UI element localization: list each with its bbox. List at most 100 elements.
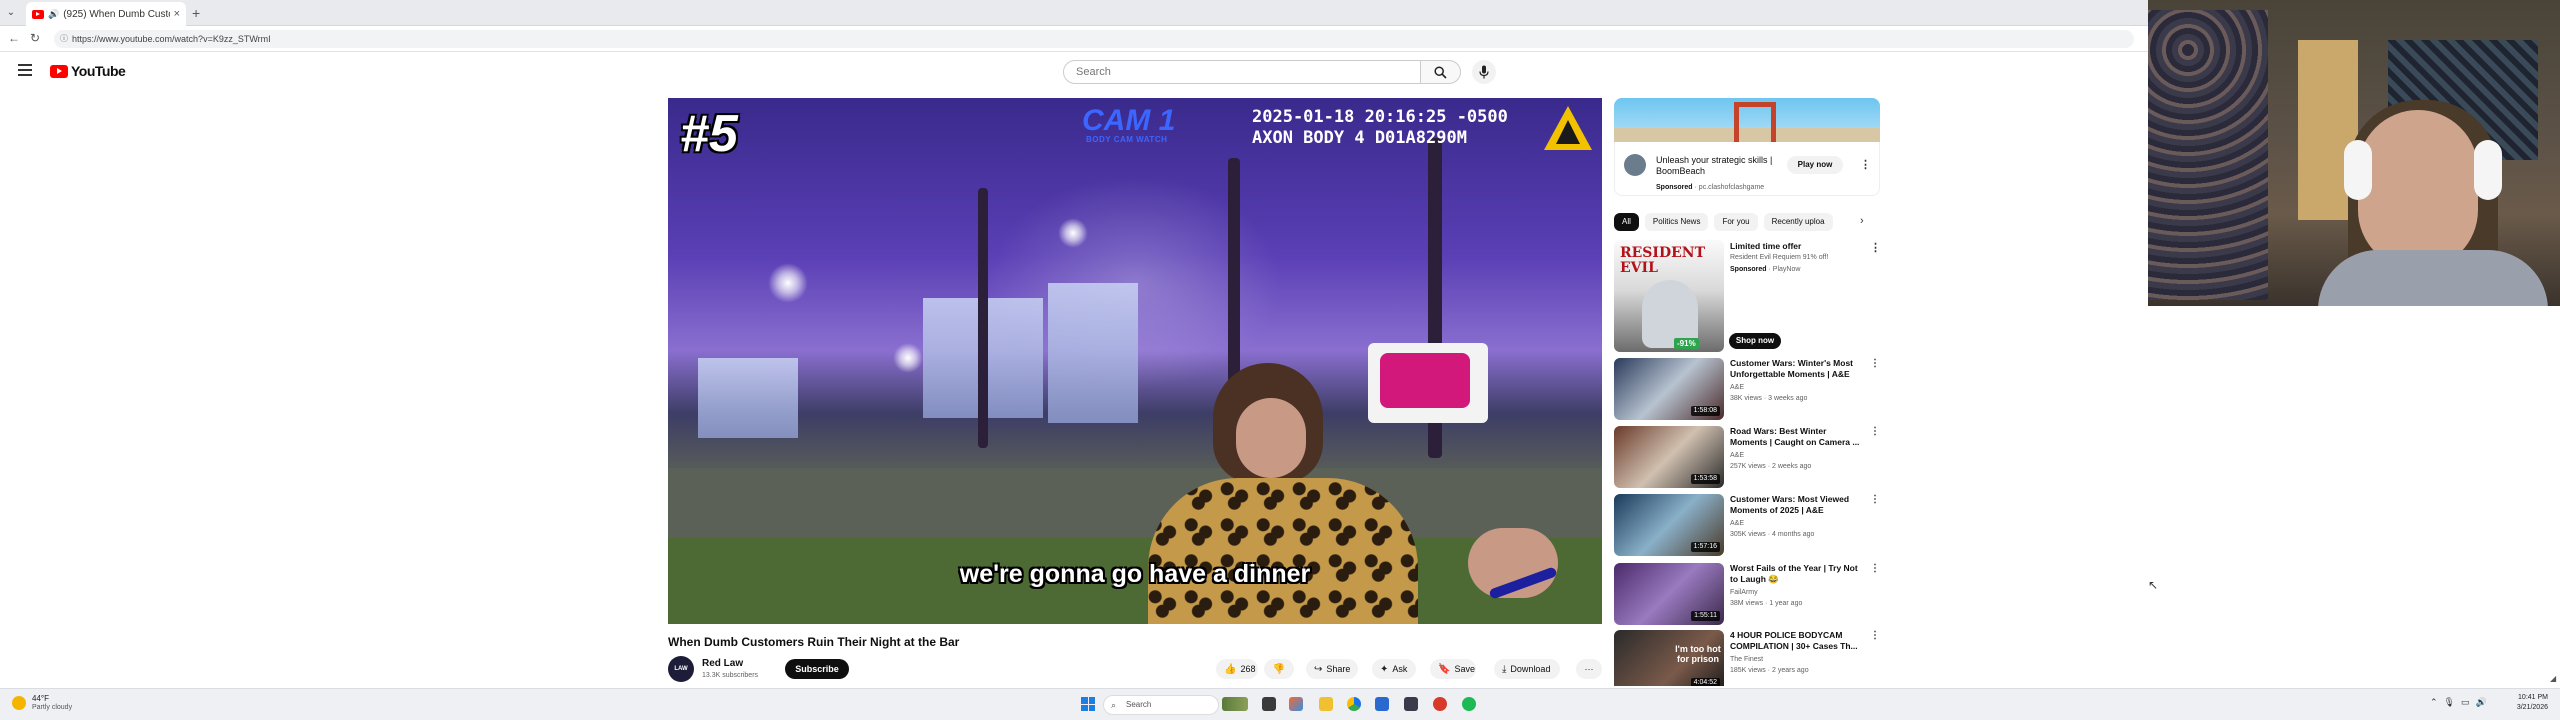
video-channel[interactable]: The Finest bbox=[1730, 656, 1763, 663]
promo-shop-now-button[interactable]: Shop now bbox=[1729, 333, 1781, 349]
video-more-icon[interactable]: ⋮ bbox=[1870, 563, 1880, 574]
video-more-icon[interactable]: ⋮ bbox=[1870, 358, 1880, 369]
axon-logo-icon bbox=[1544, 106, 1592, 150]
copilot-icon[interactable] bbox=[1289, 697, 1303, 711]
like-button[interactable]: 👍 268 bbox=[1216, 659, 1258, 679]
taskbar-clock[interactable]: 10:41 PM 3/21/2026 bbox=[2508, 693, 2548, 713]
promo-thumbnail[interactable]: RESIDENT EVIL -91% bbox=[1614, 240, 1724, 352]
video-channel[interactable]: FailArmy bbox=[1730, 589, 1758, 596]
scroll-right-arrow-icon[interactable]: ◢ bbox=[2550, 674, 2556, 683]
video-channel[interactable]: A&E bbox=[1730, 520, 1744, 527]
chip-recently-uploaded[interactable]: Recently uploa bbox=[1763, 213, 1833, 231]
video-title: When Dumb Customers Ruin Their Night at … bbox=[668, 635, 960, 649]
video-more-icon[interactable]: ⋮ bbox=[1870, 494, 1880, 505]
chip-for-you[interactable]: For you bbox=[1714, 213, 1758, 231]
video-thumbnail[interactable]: 1:53:58 bbox=[1614, 426, 1724, 488]
ad-banner-image[interactable] bbox=[1614, 98, 1880, 142]
address-bar: ← ↻ ⓘ https://www.youtube.com/watch?v=K9… bbox=[0, 26, 2148, 52]
video-thumbnail[interactable]: 1:55:11 bbox=[1614, 563, 1724, 625]
video-thumbnail[interactable]: 1:57:16 bbox=[1614, 494, 1724, 556]
list-item[interactable]: 1:58:08 Customer Wars: Winter's Most Unf… bbox=[1614, 358, 1880, 422]
video-channel[interactable]: A&E bbox=[1730, 452, 1744, 459]
video-title[interactable]: Customer Wars: Most Viewed Moments of 20… bbox=[1730, 494, 1864, 516]
download-button[interactable]: ⤓ Download bbox=[1494, 659, 1560, 679]
search-input[interactable]: Search bbox=[1063, 60, 1421, 84]
video-title[interactable]: Road Wars: Best Winter Moments | Caught … bbox=[1730, 426, 1864, 448]
street-light bbox=[1058, 218, 1088, 248]
chrome-icon[interactable] bbox=[1347, 697, 1361, 711]
taskbar-search[interactable]: ⌕ Search bbox=[1103, 695, 1219, 715]
subscribe-button[interactable]: Subscribe bbox=[785, 659, 849, 679]
list-item[interactable]: I'm too hot for prison 4:04:52 4 HOUR PO… bbox=[1614, 630, 1880, 686]
share-button[interactable]: ↪ Share bbox=[1306, 659, 1358, 679]
spotify-icon[interactable] bbox=[1462, 697, 1476, 711]
taskbar-widget-icon[interactable] bbox=[1222, 697, 1248, 711]
ad-domain: pc.clashofclashgame bbox=[1698, 184, 1765, 191]
tab-close-icon[interactable]: × bbox=[174, 8, 180, 20]
ad-sponsored-label: Sponsored bbox=[1656, 184, 1693, 191]
url-text: https://www.youtube.com/watch?v=K9zz_STW… bbox=[72, 34, 271, 44]
search-button[interactable] bbox=[1421, 60, 1461, 84]
list-item[interactable]: 1:55:11 Worst Fails of the Year | Try No… bbox=[1614, 563, 1880, 627]
overlay-cam-label: CAM 1 bbox=[1082, 104, 1176, 137]
overlay-timestamp-line: 2025-01-18 20:16:25 -0500 bbox=[1252, 107, 1508, 127]
tray-chevron-icon[interactable]: ⌃ bbox=[2430, 697, 2438, 708]
volume-icon[interactable]: 🔊 bbox=[2476, 697, 2487, 708]
download-icon: ⤓ bbox=[1502, 663, 1507, 675]
channel-name[interactable]: Red Law bbox=[702, 658, 743, 669]
person-face bbox=[1236, 398, 1306, 478]
youtube-logo[interactable]: YouTube bbox=[50, 63, 126, 79]
video-thumbnail[interactable]: I'm too hot for prison 4:04:52 bbox=[1614, 630, 1724, 686]
url-field[interactable]: ⓘ https://www.youtube.com/watch?v=K9zz_S… bbox=[54, 30, 2134, 48]
site-info-icon[interactable]: ⓘ bbox=[60, 30, 68, 48]
list-item[interactable]: 1:57:16 Customer Wars: Most Viewed Momen… bbox=[1614, 494, 1880, 558]
ask-button[interactable]: ✦ Ask bbox=[1372, 659, 1416, 679]
thumbs-up-icon: 👍 bbox=[1224, 663, 1237, 675]
more-actions-button[interactable]: ··· bbox=[1576, 659, 1602, 679]
building bbox=[698, 358, 798, 438]
store-icon[interactable] bbox=[1404, 697, 1418, 711]
windows-start-icon[interactable] bbox=[1081, 697, 1095, 711]
chip-all[interactable]: All bbox=[1614, 213, 1639, 231]
video-more-icon[interactable]: ⋮ bbox=[1870, 630, 1880, 641]
ad-more-icon[interactable]: ⋮ bbox=[1860, 158, 1871, 171]
video-title[interactable]: Worst Fails of the Year | Try Not to Lau… bbox=[1730, 563, 1864, 585]
weather-widget[interactable]: 44°F Partly cloudy bbox=[12, 694, 72, 712]
file-explorer-icon[interactable] bbox=[1319, 697, 1333, 711]
share-label: Share bbox=[1326, 664, 1351, 674]
promo-description: Resident Evil Requiem 91% off! bbox=[1730, 254, 1829, 261]
video-channel[interactable]: A&E bbox=[1730, 384, 1744, 391]
street-light bbox=[768, 263, 808, 303]
list-item[interactable]: 1:53:58 Road Wars: Best Winter Moments |… bbox=[1614, 426, 1880, 490]
video-title[interactable]: Customer Wars: Winter's Most Unforgettab… bbox=[1730, 358, 1864, 380]
voice-search-button[interactable] bbox=[1472, 60, 1496, 84]
microphone-tray-icon[interactable]: 🎙 bbox=[2444, 697, 2455, 708]
task-view-icon[interactable] bbox=[1262, 697, 1276, 711]
browser-tab-active[interactable]: 🔊 (925) When Dumb Customers × bbox=[26, 2, 186, 26]
video-thumbnail[interactable]: 1:58:08 bbox=[1614, 358, 1724, 420]
network-icon[interactable]: ▭ bbox=[2461, 697, 2470, 708]
new-tab-button[interactable]: + bbox=[192, 5, 200, 21]
microphone-icon bbox=[1479, 65, 1489, 79]
ad-title[interactable]: Unleash your strategic skills | BoomBeac… bbox=[1656, 155, 1776, 177]
chip-politics-news[interactable]: Politics News bbox=[1644, 213, 1709, 231]
menu-icon[interactable] bbox=[18, 64, 32, 76]
browser-tab-bar: ⌄ 🔊 (925) When Dumb Customers × + bbox=[0, 0, 2148, 26]
ad-play-now-button[interactable]: Play now bbox=[1787, 156, 1843, 174]
tab-list-chevron-icon[interactable]: ⌄ bbox=[4, 6, 18, 20]
back-arrow-icon[interactable]: ← bbox=[8, 31, 20, 45]
speaker-icon[interactable]: 🔊 bbox=[48, 9, 59, 20]
reload-icon[interactable]: ↻ bbox=[30, 31, 40, 45]
promo-more-icon[interactable]: ⋮ bbox=[1870, 241, 1881, 254]
video-title[interactable]: 4 HOUR POLICE BODYCAM COMPILATION | 30+ … bbox=[1730, 630, 1864, 652]
app-red-icon[interactable] bbox=[1433, 697, 1447, 711]
save-button[interactable]: 🔖 Save bbox=[1430, 659, 1476, 679]
dislike-button[interactable]: 👎 bbox=[1264, 659, 1294, 679]
chips-next-chevron-icon[interactable]: › bbox=[1860, 215, 1864, 227]
video-more-icon[interactable]: ⋮ bbox=[1870, 426, 1880, 437]
channel-avatar[interactable]: LAW bbox=[668, 656, 694, 682]
app-icon[interactable] bbox=[1375, 697, 1389, 711]
promo-title[interactable]: Limited time offer bbox=[1730, 241, 1801, 251]
video-player[interactable]: #5 CAM 1 BODY CAM WATCH 2025-01-18 20:16… bbox=[668, 98, 1602, 624]
tab-title: (925) When Dumb Customers bbox=[63, 8, 169, 20]
